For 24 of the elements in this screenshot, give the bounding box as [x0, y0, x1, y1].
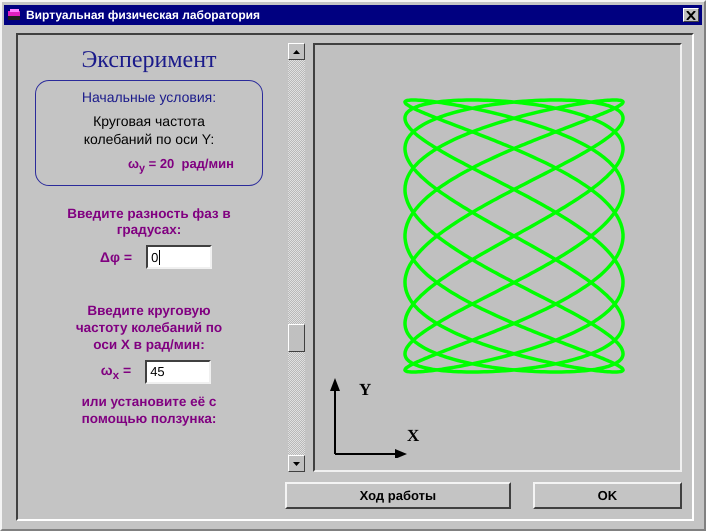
x-frequency-input[interactable]: 45 — [145, 360, 212, 384]
phase-label: Δφ = — [100, 249, 132, 266]
close-button[interactable] — [683, 8, 699, 22]
slider-thumb[interactable] — [288, 324, 305, 352]
y-frequency-value: ω$_{y}$ = 20 рад/мин — [128, 156, 234, 175]
x-frequency-prompt: Введите круговую частоту колебаний по оси X в рад/мин: — [74, 303, 224, 354]
y-axis-label: Y — [359, 380, 372, 400]
books-icon — [7, 8, 21, 22]
experiment-heading: Эксперимент — [81, 47, 217, 74]
phase-input[interactable]: 0 — [146, 245, 212, 270]
up-arrow-button[interactable] — [288, 43, 305, 60]
up-triangle-icon — [293, 50, 300, 54]
phase-prompt: Введите разность фаз в градусах: — [66, 206, 232, 240]
x-frequency-label: ω$_{x}$ = — [100, 362, 132, 382]
slider-hint: или установите её с помощью ползунка: — [80, 394, 218, 428]
down-triangle-icon — [293, 462, 300, 466]
down-arrow-button[interactable] — [288, 455, 305, 472]
procedure-button[interactable]: Ход работы — [285, 482, 511, 509]
panel-title: Начальные условия: — [82, 89, 216, 105]
frequency-slider[interactable] — [288, 43, 305, 472]
y-frequency-label: Круговая частота колебаний по оси Y: — [82, 113, 216, 148]
ok-button[interactable]: OK — [532, 482, 682, 509]
x-axis-label: X — [407, 426, 420, 446]
window-title: Виртуальная физическая лаборатория — [26, 8, 262, 22]
